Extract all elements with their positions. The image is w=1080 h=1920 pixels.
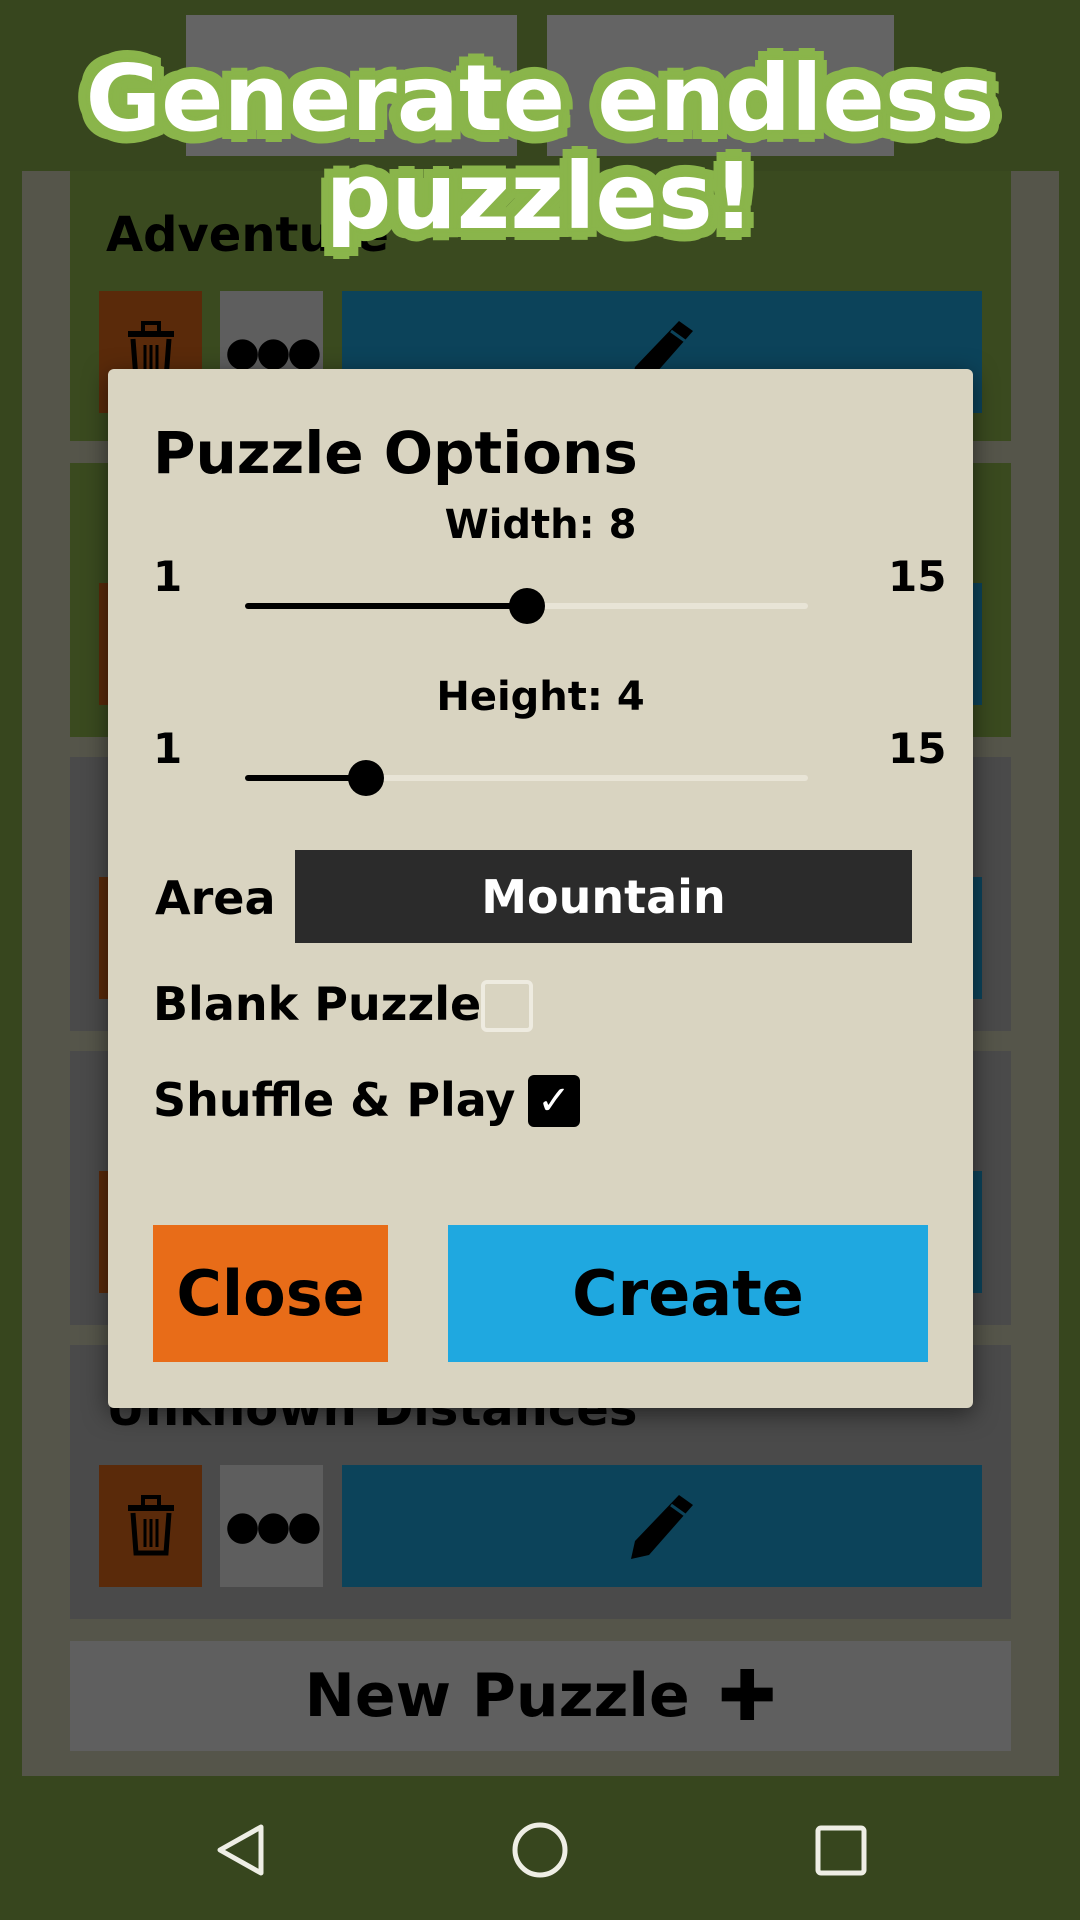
more-button[interactable]: ●●●: [220, 1465, 323, 1587]
height-slider[interactable]: [245, 760, 808, 796]
plus-icon: ✚: [717, 1655, 777, 1737]
shuffle-play-checkbox[interactable]: ✓: [528, 1075, 580, 1127]
new-puzzle-button[interactable]: New Puzzle ✚: [70, 1641, 1011, 1751]
pencil-icon: [631, 1495, 693, 1559]
delete-button[interactable]: [99, 1465, 202, 1587]
navigation-bar: [0, 1788, 1080, 1920]
width-slider[interactable]: [245, 588, 808, 624]
blank-puzzle-checkbox[interactable]: [481, 980, 533, 1032]
trash-icon: [127, 1495, 174, 1556]
width-label: Width: 8: [444, 502, 637, 548]
close-button[interactable]: Close: [153, 1225, 388, 1362]
promo-headline: Generate endless puzzles!: [0, 50, 1080, 246]
height-min: 1: [153, 724, 183, 773]
headline-line-1: Generate endless: [85, 45, 995, 152]
new-puzzle-label: New Puzzle: [304, 1661, 690, 1731]
puzzle-options-dialog: Puzzle Options Width: 8 1 15 Height: 4 1…: [108, 369, 973, 1408]
home-icon[interactable]: [512, 1822, 568, 1878]
width-min: 1: [153, 552, 183, 601]
shuffle-play-label: Shuffle & Play: [153, 1073, 516, 1127]
width-slider-fill: [245, 603, 527, 609]
height-max: 15: [888, 724, 947, 773]
edit-button[interactable]: [342, 1465, 982, 1587]
check-icon: ✓: [537, 1078, 571, 1124]
height-slider-thumb[interactable]: [347, 760, 384, 796]
blank-puzzle-label: Blank Puzzle: [153, 977, 482, 1031]
area-label: Area: [155, 871, 276, 925]
headline-line-2: puzzles!: [325, 143, 755, 250]
dialog-title: Puzzle Options: [153, 419, 638, 487]
more-icon: ●●●: [225, 1503, 322, 1549]
create-button[interactable]: Create: [448, 1225, 928, 1362]
back-icon[interactable]: [217, 1824, 264, 1876]
area-dropdown[interactable]: Mountain: [295, 850, 912, 943]
width-max: 15: [888, 552, 947, 601]
width-slider-thumb[interactable]: [508, 588, 545, 624]
height-label: Height: 4: [436, 674, 645, 720]
recents-icon[interactable]: [815, 1825, 867, 1876]
